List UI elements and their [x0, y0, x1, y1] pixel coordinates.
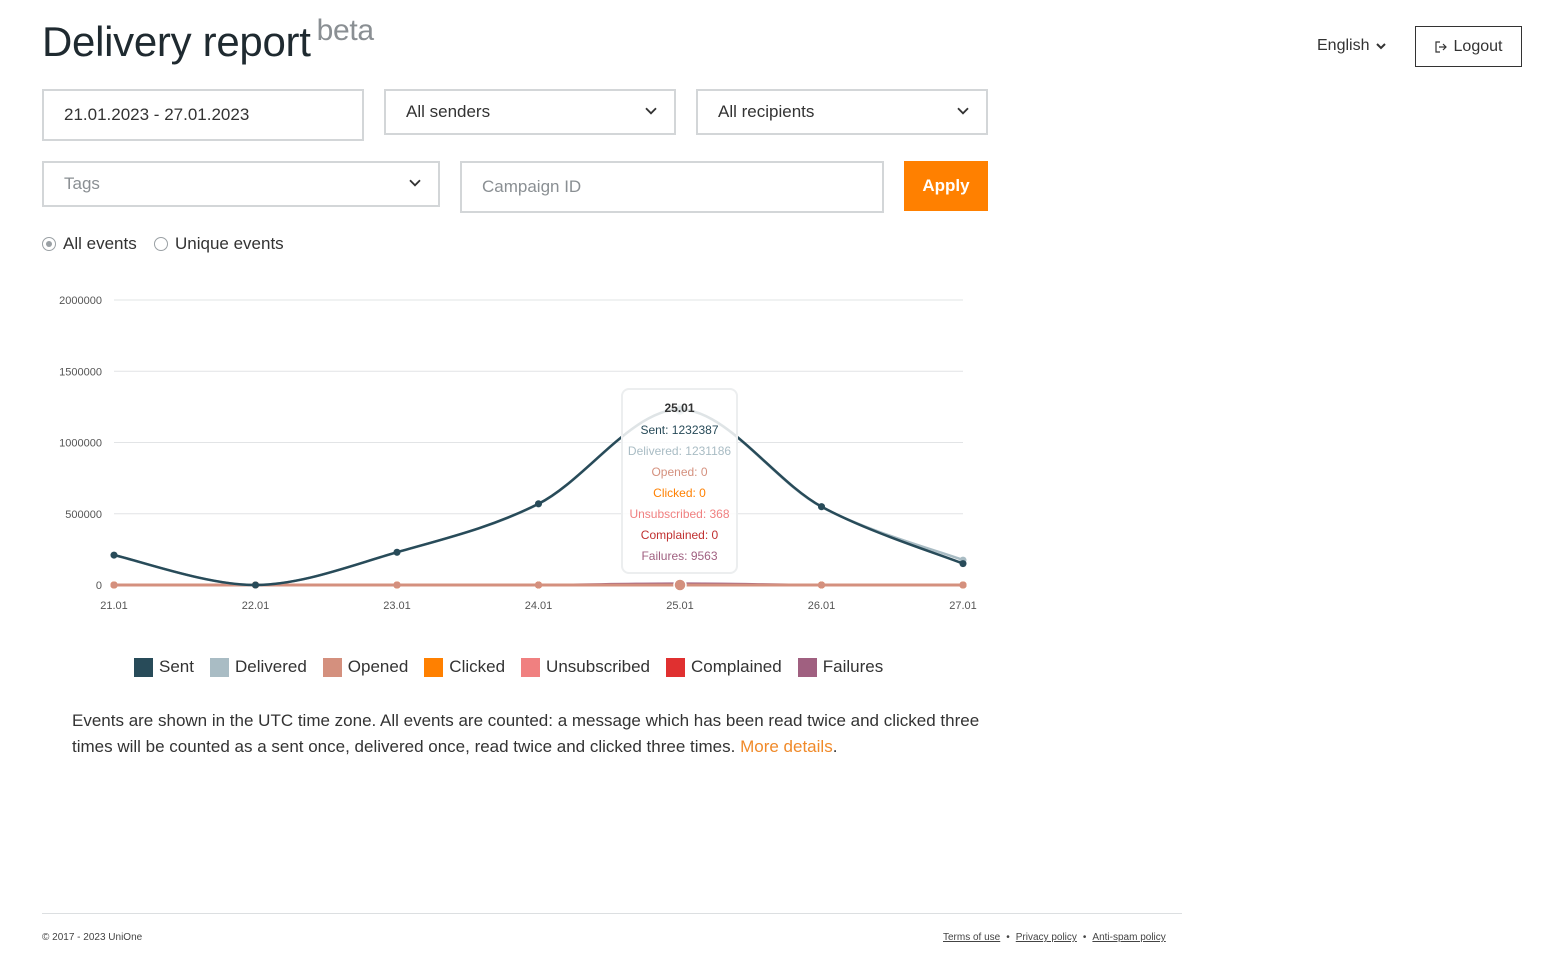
legend-item-clicked[interactable]: Clicked [424, 657, 505, 677]
copyright-text: © 2017 - 2023 UniOne [42, 932, 143, 943]
footer-separator: • [1006, 932, 1010, 943]
delivery-chart: 2000000 1500000 1000000 500000 0 21.01 22.01 23… [59, 295, 977, 612]
tags-placeholder: Tags [64, 174, 100, 193]
footer-divider [42, 913, 1182, 914]
y-tick-label: 1500000 [59, 366, 102, 378]
chevron-down-icon [957, 107, 969, 115]
data-point-sent [959, 560, 967, 568]
senders-select[interactable]: All senders [384, 89, 676, 135]
tags-select[interactable]: Tags [42, 161, 440, 207]
x-tick-label: 25.01 [666, 600, 694, 612]
data-point-sent [252, 581, 259, 589]
chart-tooltip: 25.01 Sent: 1232387 Delivered: 1231186 O… [621, 388, 738, 574]
legend-item-failures[interactable]: Failures [797, 657, 884, 677]
data-point-opened [818, 581, 825, 589]
legend-swatch [209, 657, 229, 677]
legend-swatch [134, 657, 153, 677]
legend-item-unsubscribed[interactable]: Unsubscribed [521, 657, 650, 677]
legend-label: Unsubscribed [546, 657, 650, 676]
data-point-opened [535, 581, 542, 589]
data-point-sent [818, 503, 825, 511]
data-point-opened [959, 581, 967, 589]
x-tick-label: 27.01 [949, 600, 977, 612]
data-point-opened [110, 581, 118, 589]
radio-unique-events[interactable]: Unique events [154, 234, 284, 254]
radio-all-events-dot[interactable] [42, 237, 56, 251]
legend-swatch [521, 657, 541, 677]
data-point-sent [535, 500, 542, 508]
language-label: English [1317, 37, 1370, 54]
legend-swatch [797, 657, 817, 677]
events-note-text: Events are shown in the UTC time zone. A… [72, 711, 980, 756]
page-title: Delivery report beta [42, 14, 374, 66]
x-tick-label: 22.01 [242, 600, 270, 612]
y-tick-label: 2000000 [59, 295, 102, 307]
tooltip-opened: Opened: 0 [651, 465, 708, 479]
privacy-policy-link[interactable]: Privacy policy [1016, 932, 1077, 943]
page-title-text: Delivery report [42, 18, 311, 65]
note-suffix: . [832, 737, 838, 756]
data-point-opened [393, 581, 401, 589]
more-details-link[interactable]: More details [740, 737, 833, 756]
legend-swatch [666, 657, 685, 677]
chart-legend: Sent Delivered Opened Clicked Unsubscrib… [134, 657, 883, 677]
tooltip-failures: Failures: 9563 [641, 549, 718, 563]
legend-label: Sent [159, 657, 194, 676]
anti-spam-policy-link[interactable]: Anti-spam policy [1092, 932, 1165, 943]
footer-separator: • [1082, 932, 1087, 943]
legend-item-opened[interactable]: Opened [322, 657, 409, 677]
data-point-opened [673, 578, 687, 592]
chevron-down-icon [1376, 43, 1387, 50]
logout-icon [1434, 40, 1447, 53]
events-note: Events are shown in the UTC time zone. A… [72, 708, 982, 760]
beta-badge: beta [316, 14, 375, 47]
recipients-select[interactable]: All recipients [696, 89, 988, 135]
recipients-value: All recipients [718, 102, 815, 121]
radio-all-events[interactable]: All events [42, 234, 137, 254]
legend-swatch [424, 657, 444, 677]
x-tick-label: 21.01 [100, 600, 128, 612]
radio-unique-events-label: Unique events [175, 234, 284, 253]
logout-label: Logout [1453, 37, 1503, 55]
legend-item-complained[interactable]: Complained [666, 657, 782, 677]
legend-label: Complained [691, 657, 782, 676]
date-range-value: 21.01.2023 - 27.01.2023 [64, 105, 250, 124]
radio-all-events-label: All events [63, 234, 137, 253]
senders-value: All senders [406, 102, 491, 121]
y-tick-label: 1000000 [59, 438, 102, 450]
legend-item-delivered[interactable]: Delivered [209, 657, 307, 677]
campaign-id-input[interactable]: Campaign ID [460, 161, 884, 213]
legend-label: Opened [347, 657, 409, 676]
x-tick-label: 26.01 [808, 600, 836, 612]
tooltip-sent: Sent: 1232387 [640, 423, 719, 437]
y-tick-label: 0 [96, 580, 102, 592]
legend-label: Failures [822, 657, 884, 676]
chevron-down-icon [645, 107, 657, 115]
data-point-sent [393, 548, 401, 556]
tooltip-date: 25.01 [664, 401, 695, 415]
x-tick-label: 24.01 [525, 600, 553, 612]
chevron-down-icon [409, 179, 421, 187]
legend-label: Delivered [234, 657, 307, 676]
terms-of-use-link[interactable]: Terms of use [943, 932, 1000, 943]
campaign-id-placeholder: Campaign ID [482, 177, 582, 196]
tooltip-complained: Complained: 0 [640, 528, 719, 542]
data-point-sent [110, 551, 118, 559]
language-selector[interactable]: English [1317, 37, 1387, 55]
tooltip-unsubscribed: Unsubscribed: 368 [629, 507, 730, 521]
legend-item-sent[interactable]: Sent [134, 657, 194, 677]
y-tick-label: 500000 [65, 509, 102, 521]
tooltip-delivered: Delivered: 1231186 [627, 444, 732, 458]
legend-label: Clicked [449, 657, 506, 676]
footer-links: Terms of use • Privacy policy • Anti-spa… [943, 932, 1166, 943]
logout-button[interactable]: Logout [1415, 26, 1522, 67]
apply-button[interactable]: Apply [904, 161, 988, 211]
legend-swatch [322, 657, 342, 677]
tooltip-clicked: Clicked: 0 [653, 486, 706, 500]
x-tick-label: 23.01 [383, 600, 411, 612]
series-line-sent [113, 408, 964, 587]
series-line-delivered [113, 408, 964, 587]
date-range-field[interactable]: 21.01.2023 - 27.01.2023 [42, 89, 364, 141]
radio-unique-events-dot[interactable] [154, 237, 168, 251]
